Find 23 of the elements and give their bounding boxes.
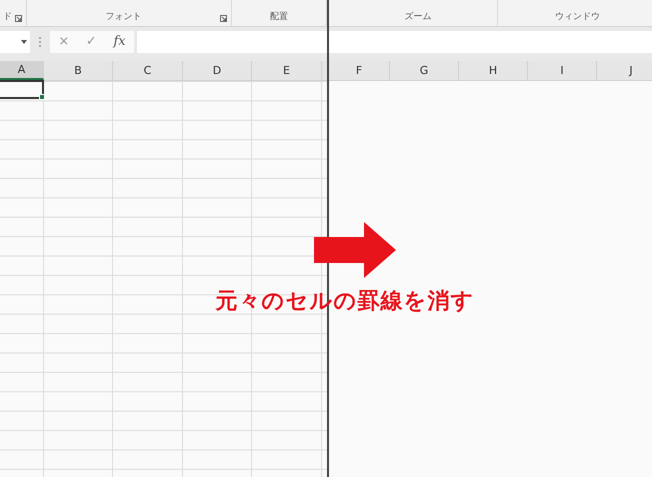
column-header[interactable]: G [390, 61, 459, 80]
formula-input[interactable] [137, 31, 327, 53]
column-header[interactable]: H [459, 61, 528, 80]
insert-function-button[interactable]: fx [113, 34, 126, 50]
column-header[interactable]: A [0, 61, 44, 80]
group-label: ド [3, 12, 12, 23]
dialog-launcher-icon[interactable] [220, 15, 227, 22]
column-header[interactable]: B [44, 61, 113, 80]
selected-cell[interactable] [0, 80, 44, 99]
group-label: ズーム [404, 12, 432, 23]
column-header[interactable]: C [113, 61, 183, 80]
column-header[interactable]: F [329, 61, 390, 80]
column-header[interactable]: E [252, 61, 322, 80]
arrow-icon [314, 222, 396, 278]
dropdown-icon [21, 40, 27, 44]
group-label: ウィンドウ [555, 12, 600, 23]
column-header[interactable]: D [183, 61, 252, 80]
column-header[interactable]: I [528, 61, 597, 80]
dialog-launcher-icon[interactable] [15, 15, 22, 22]
group-label: 配置 [270, 12, 288, 23]
column-header[interactable]: J [597, 61, 652, 80]
group-label: フォント [106, 12, 142, 23]
formula-input[interactable] [329, 31, 652, 53]
